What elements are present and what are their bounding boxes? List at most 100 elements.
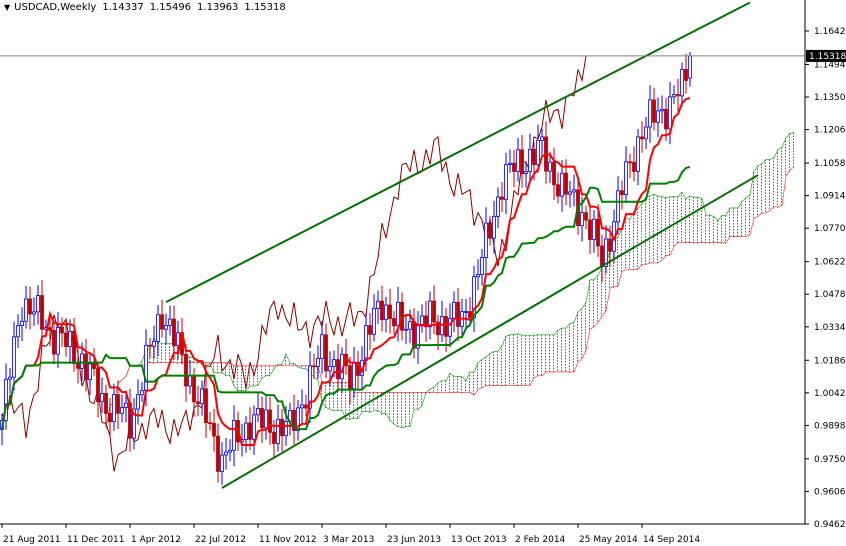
cloud-dot (593, 321, 594, 324)
cloud-dot (677, 199, 678, 202)
cloud-dot (717, 235, 718, 238)
close-value: 1.15318 (244, 2, 286, 13)
cloud-dot (697, 206, 698, 208)
candle (20, 307, 24, 342)
cloud-dot (713, 219, 714, 222)
candle-body (640, 136, 644, 140)
cloud-dot (689, 237, 690, 240)
cloud-dot (585, 329, 586, 331)
open-value: 1.14337 (102, 2, 144, 13)
cloud-dot (769, 174, 770, 176)
cloud-dot (453, 379, 454, 381)
cloud-dot (741, 207, 742, 210)
cloud-dot (597, 284, 598, 286)
cloud-dot (461, 385, 462, 388)
cloud-dot (553, 337, 554, 340)
price-chart[interactable]: 1.164201.149401.135001.120601.105801.091… (0, 0, 846, 546)
cloud-dot (249, 377, 250, 380)
cloud-dot (633, 241, 634, 244)
cloud-dot (669, 238, 670, 241)
candle (316, 345, 320, 379)
x-tick-label: 22 Jul 2012 (195, 535, 246, 545)
cloud-dot (401, 419, 402, 421)
candle-body (28, 298, 32, 315)
cloud-dot (401, 425, 402, 427)
cloud-dot (477, 365, 478, 368)
cloud-dot (621, 249, 622, 251)
cloud-dot (417, 395, 418, 397)
cloud-dot (649, 258, 650, 261)
cloud-dot (633, 220, 634, 223)
candle-body (312, 365, 316, 368)
cloud-dot (393, 404, 394, 406)
cloud-dot (789, 151, 790, 153)
cloud-dot (413, 407, 414, 409)
cloud-dot (649, 228, 650, 231)
cloud-dot (369, 398, 370, 400)
cloud-dot (617, 276, 618, 278)
cloud-dot (517, 369, 518, 372)
candle (280, 409, 284, 452)
cloud-dot (497, 372, 498, 374)
cloud-dot (793, 150, 794, 153)
cloud-dot (649, 219, 650, 222)
cloud-dot (737, 219, 738, 222)
cloud-dot (665, 239, 666, 242)
cloud-dot (637, 265, 638, 267)
cloud-dot (469, 375, 470, 377)
cloud-dot (713, 231, 714, 234)
cloud-dot (669, 241, 670, 244)
cloud-dot (725, 227, 726, 229)
dropdown-triangle-icon[interactable]: ▼ (4, 3, 10, 12)
cloud-dot (389, 395, 390, 397)
cloud-dot (465, 383, 466, 386)
cloud-dot (733, 231, 734, 234)
cloud-dot (661, 199, 662, 202)
cloud-dot (285, 359, 286, 362)
cloud-dot (729, 213, 730, 216)
cloud-dot (369, 407, 370, 409)
cloud-dot (477, 380, 478, 383)
cloud-dot (789, 148, 790, 150)
candle (488, 215, 492, 246)
cloud-dot (785, 152, 786, 155)
cloud-dot (545, 343, 546, 346)
cloud-dot (485, 359, 486, 362)
cloud-dot (625, 242, 626, 245)
cloud-dot (777, 185, 778, 188)
cloud-dot (733, 219, 734, 222)
cloud-dot (769, 204, 770, 206)
cloud-dot (169, 346, 170, 348)
cloud-dot (781, 168, 782, 170)
cloud-dot (525, 341, 526, 343)
cloud-dot (769, 192, 770, 194)
cloud-dot (545, 355, 546, 358)
cloud-dot (501, 366, 502, 369)
cloud-dot (393, 419, 394, 421)
cloud-dot (665, 209, 666, 212)
cloud-dot (613, 268, 614, 270)
cloud-dot (405, 419, 406, 421)
cloud-dot (585, 344, 586, 346)
cloud-dot (745, 209, 746, 212)
cloud-dot (581, 320, 582, 323)
cloud-dot (637, 259, 638, 261)
cloud-dot (541, 352, 542, 355)
cloud-dot (701, 219, 702, 222)
cloud-dot (701, 228, 702, 231)
cloud-dot (685, 226, 686, 228)
candle (324, 323, 328, 379)
candle-body (660, 108, 664, 112)
cloud-dot (589, 297, 590, 300)
cloud-dot (769, 168, 770, 170)
cloud-dot (165, 349, 166, 351)
x-tick-label: 2 Feb 2014 (515, 535, 566, 545)
cloud-dot (661, 214, 662, 217)
cloud-dot (693, 209, 694, 211)
cloud-dot (661, 253, 662, 256)
cloud-dot (445, 386, 446, 389)
cloud-dot (781, 156, 782, 158)
cloud-dot (533, 359, 534, 361)
cloud-dot (645, 206, 646, 208)
cloud-dot (769, 198, 770, 200)
